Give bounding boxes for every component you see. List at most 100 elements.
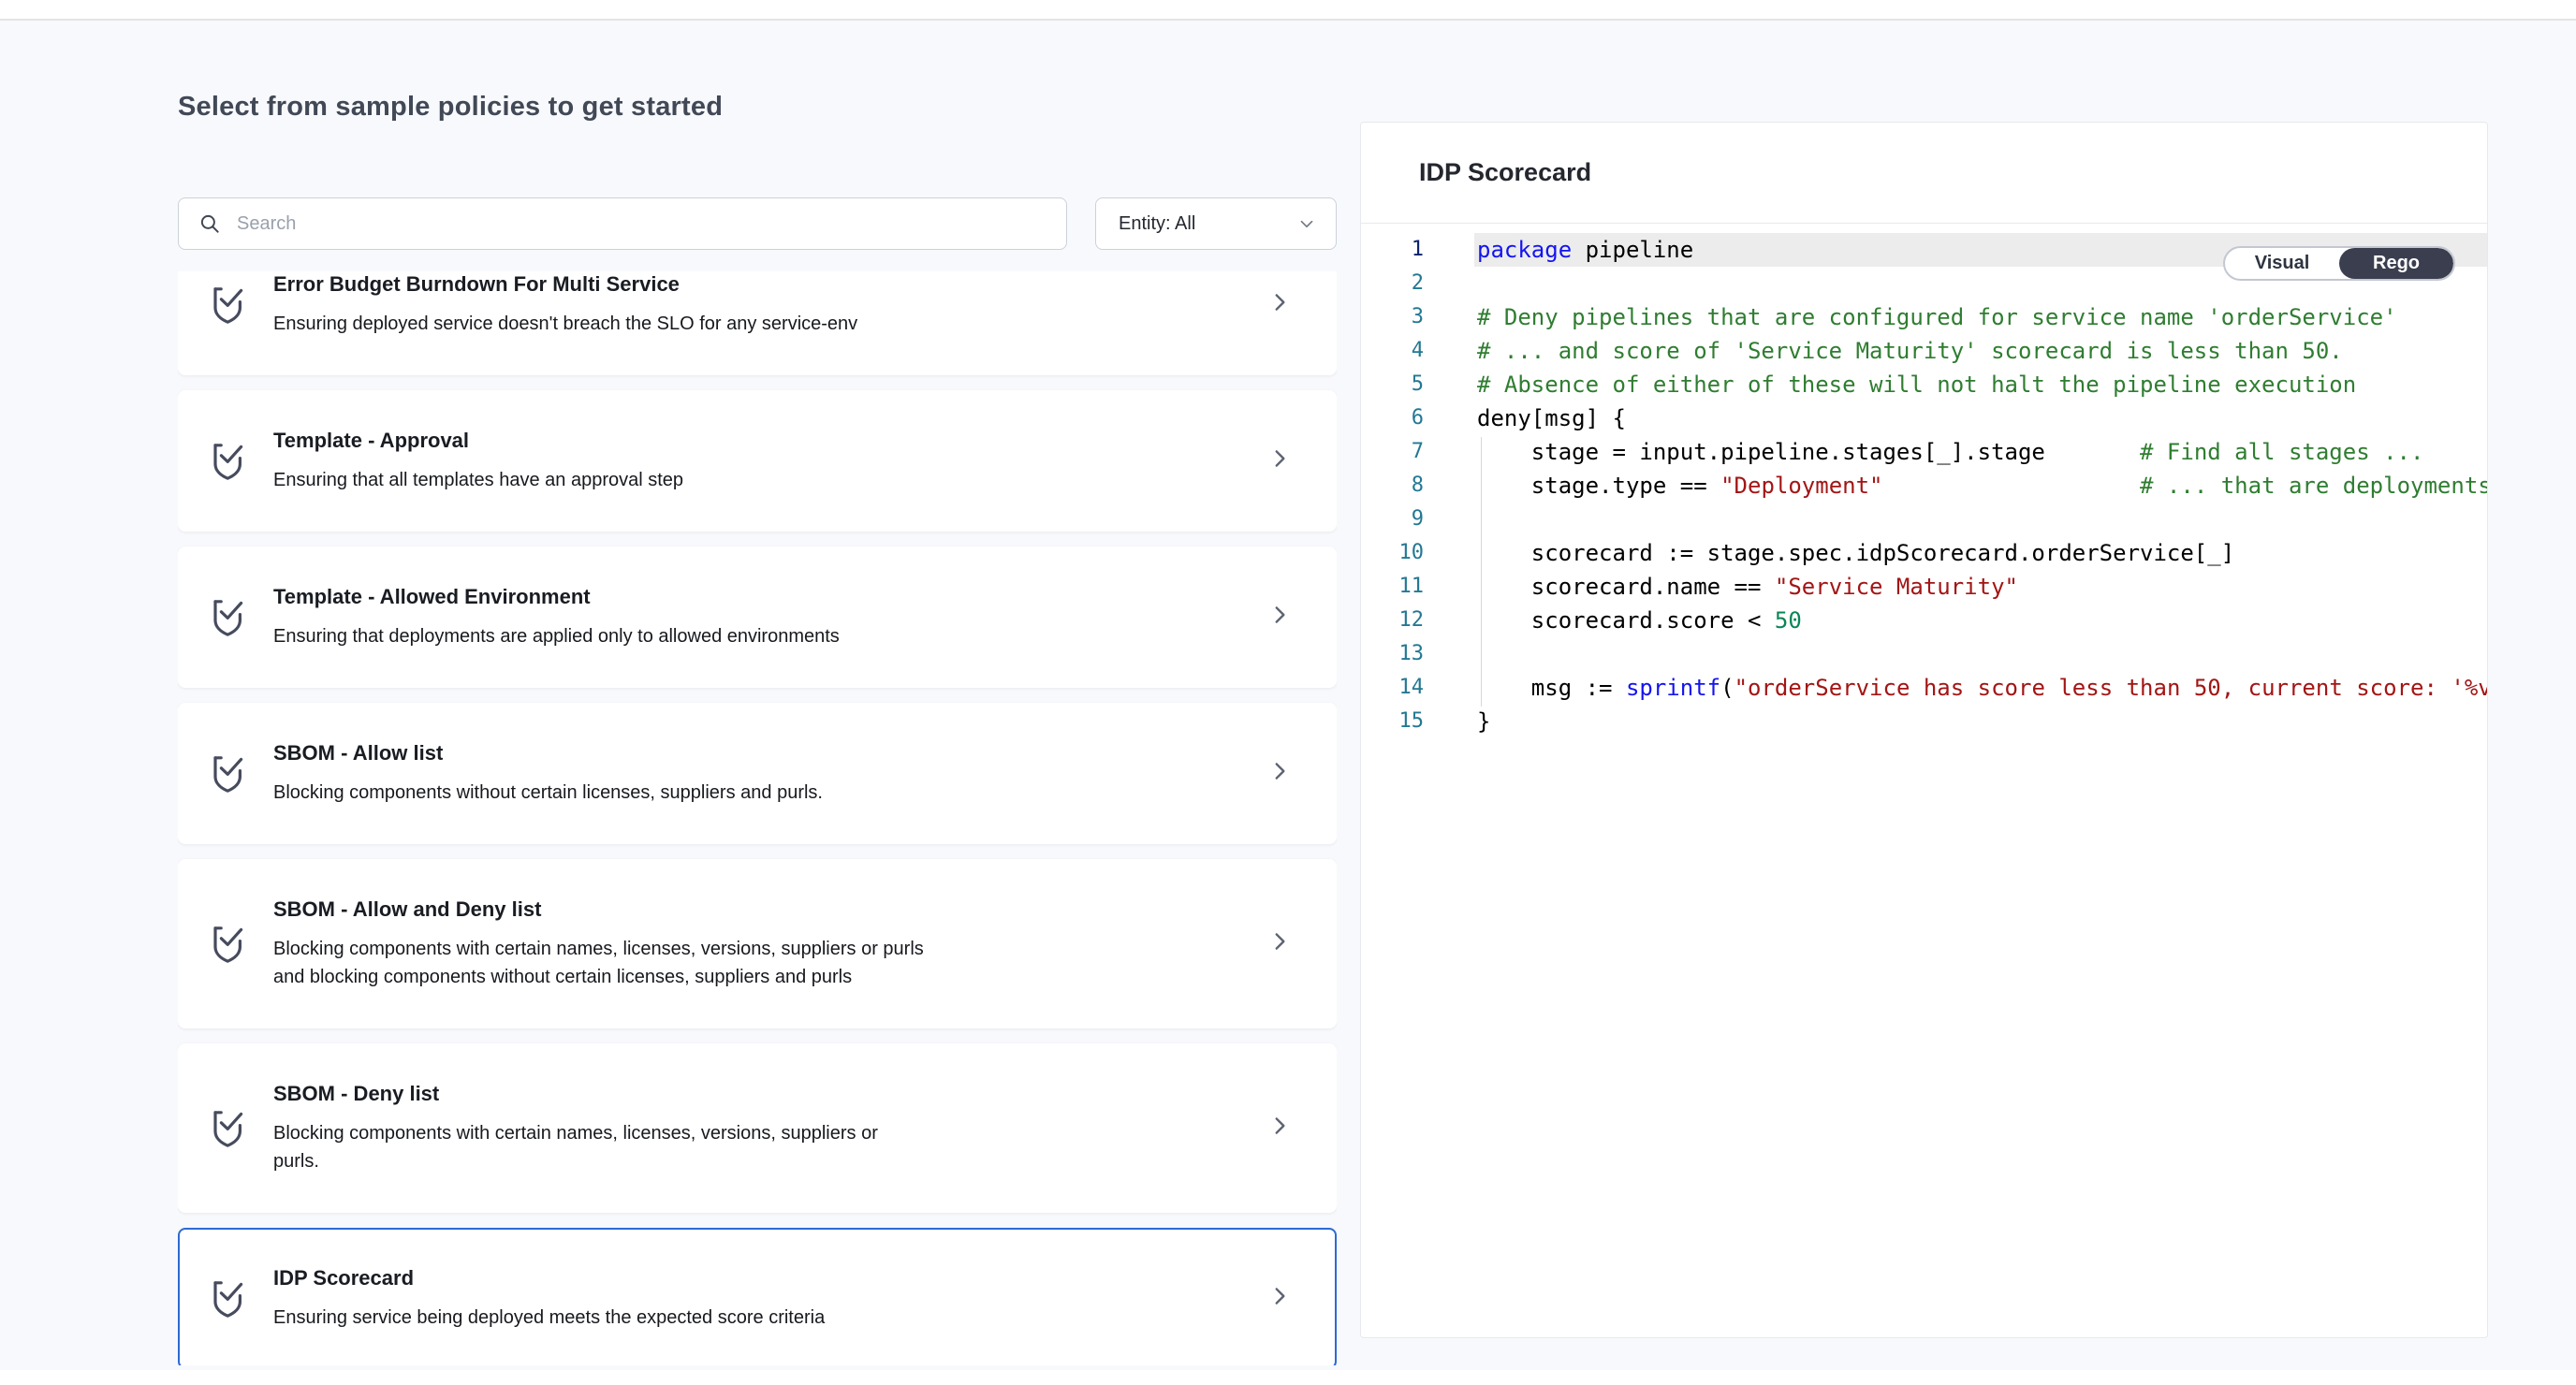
toggle-visual-button[interactable]: Visual	[2225, 248, 2339, 279]
view-toggle: Visual Rego	[2223, 246, 2455, 281]
policy-description: Ensuring service being deployed meets th…	[273, 1304, 929, 1332]
line-number: 5	[1361, 368, 1424, 401]
policy-title: Template - Allowed Environment	[273, 584, 1249, 609]
code-line-content: scorecard.score < 50	[1424, 604, 1802, 637]
content: Entity: All Error Budget Burndown For Mu…	[178, 123, 2488, 1365]
policy-card[interactable]: Template - Approval Ensuring that all te…	[178, 390, 1337, 532]
code-line: 4# ... and score of 'Service Maturity' s…	[1361, 334, 2487, 368]
policy-title: SBOM - Allow and Deny list	[273, 897, 1249, 922]
line-number: 11	[1361, 570, 1424, 604]
shield-check-icon	[208, 751, 251, 796]
code-line: 13	[1361, 637, 2487, 671]
code-line-content: scorecard.name == "Service Maturity"	[1424, 570, 2018, 604]
code-lines: 1package pipeline23# Deny pipelines that…	[1361, 233, 2487, 738]
policy-preview-panel: IDP Scorecard Visual Rego 1package pipel…	[1360, 122, 2488, 1338]
shield-check-icon	[208, 1106, 251, 1151]
toggle-rego-button[interactable]: Rego	[2339, 248, 2453, 279]
policy-card[interactable]: SBOM - Allow list Blocking components wi…	[178, 703, 1337, 844]
policy-card-body: SBOM - Deny list Blocking components wit…	[273, 1081, 1249, 1175]
code-line-content	[1424, 267, 1477, 300]
code-line: 11 scorecard.name == "Service Maturity"	[1361, 570, 2487, 604]
search-icon	[198, 211, 222, 236]
list-controls: Entity: All	[178, 197, 1337, 250]
code-line: 10 scorecard := stage.spec.idpScorecard.…	[1361, 536, 2487, 570]
code-line: 8 stage.type == "Deployment" # ... that …	[1361, 469, 2487, 503]
shield-check-icon	[208, 922, 251, 967]
code-line-content: # ... and score of 'Service Maturity' sc…	[1424, 334, 2343, 368]
entity-filter-label: Entity: All	[1119, 213, 1195, 235]
entity-filter-dropdown[interactable]: Entity: All	[1095, 197, 1337, 250]
chevron-right-icon	[1267, 1282, 1292, 1315]
chevron-right-icon	[1267, 757, 1292, 790]
chevron-right-icon	[1267, 445, 1292, 477]
policy-card-body: Template - Allowed Environment Ensuring …	[273, 584, 1249, 650]
policy-description: Blocking components without certain lice…	[273, 779, 929, 807]
code-line-content: # Deny pipelines that are configured for…	[1424, 300, 2397, 334]
code-line-content	[1424, 637, 1477, 671]
code-line: 15}	[1361, 705, 2487, 738]
shield-check-icon	[208, 283, 251, 328]
code-editor[interactable]: Visual Rego 1package pipeline23# Deny pi…	[1361, 224, 2487, 738]
line-number: 4	[1361, 334, 1424, 368]
chevron-right-icon	[1267, 927, 1292, 960]
line-number: 15	[1361, 705, 1424, 738]
policy-list: Error Budget Burndown For Multi Service …	[178, 271, 1337, 1365]
line-number: 10	[1361, 536, 1424, 570]
bottom-bar	[0, 1370, 2576, 1385]
code-line-content: stage = input.pipeline.stages[_].stage #…	[1424, 435, 2423, 469]
chevron-right-icon	[1267, 1112, 1292, 1144]
code-line: 9	[1361, 503, 2487, 536]
chevron-down-icon	[1296, 213, 1317, 234]
chevron-right-icon	[1267, 288, 1292, 321]
policy-card-body: IDP Scorecard Ensuring service being dep…	[273, 1265, 1249, 1332]
line-number: 14	[1361, 671, 1424, 705]
policy-card-body: SBOM - Allow and Deny list Blocking comp…	[273, 897, 1249, 991]
line-number: 3	[1361, 300, 1424, 334]
policy-card[interactable]: Error Budget Burndown For Multi Service …	[178, 271, 1337, 375]
shield-check-icon	[208, 595, 251, 640]
policy-card[interactable]: IDP Scorecard Ensuring service being dep…	[178, 1228, 1337, 1365]
line-number: 13	[1361, 637, 1424, 671]
code-line-content	[1424, 503, 1477, 536]
policy-title: Template - Approval	[273, 428, 1249, 453]
panel-header: IDP Scorecard	[1361, 123, 2487, 224]
policy-card-body: Template - Approval Ensuring that all te…	[273, 428, 1249, 494]
panel-title: IDP Scorecard	[1419, 158, 1591, 187]
top-bar	[0, 0, 2576, 21]
policy-card[interactable]: SBOM - Allow and Deny list Blocking comp…	[178, 859, 1337, 1028]
page-background: Select from sample policies to get start…	[0, 21, 2576, 1370]
line-number: 7	[1361, 435, 1424, 469]
code-line: 6deny[msg] {	[1361, 401, 2487, 435]
line-number: 6	[1361, 401, 1424, 435]
code-line: 3# Deny pipelines that are configured fo…	[1361, 300, 2487, 334]
policy-title: SBOM - Deny list	[273, 1081, 1249, 1106]
page-title: Select from sample policies to get start…	[178, 21, 2488, 123]
line-number: 1	[1361, 233, 1424, 267]
policy-card[interactable]: SBOM - Deny list Blocking components wit…	[178, 1043, 1337, 1213]
policy-description: Blocking components with certain names, …	[273, 935, 929, 991]
search-box[interactable]	[178, 197, 1067, 250]
policy-description: Ensuring that deployments are applied on…	[273, 622, 929, 650]
policy-card-body: SBOM - Allow list Blocking components wi…	[273, 740, 1249, 807]
policy-description: Ensuring that all templates have an appr…	[273, 466, 929, 494]
code-line: 14 msg := sprintf("orderService has scor…	[1361, 671, 2487, 705]
code-line-content: # Absence of either of these will not ha…	[1424, 368, 2356, 401]
code-line-content: deny[msg] {	[1424, 401, 1626, 435]
policy-title: IDP Scorecard	[273, 1265, 1249, 1290]
code-line-content: msg := sprintf("orderService has score l…	[1424, 671, 2487, 705]
policy-card[interactable]: Template - Allowed Environment Ensuring …	[178, 547, 1337, 688]
policy-description: Ensuring deployed service doesn't breach…	[273, 310, 929, 338]
code-line: 12 scorecard.score < 50	[1361, 604, 2487, 637]
code-line: 5# Absence of either of these will not h…	[1361, 368, 2487, 401]
line-number: 12	[1361, 604, 1424, 637]
code-line-content: package pipeline	[1424, 233, 1693, 267]
chevron-right-icon	[1267, 601, 1292, 634]
code-line-content: stage.type == "Deployment" # ... that ar…	[1424, 469, 2487, 503]
policy-description: Blocking components with certain names, …	[273, 1119, 929, 1175]
shield-check-icon	[208, 1276, 251, 1321]
policy-card-body: Error Budget Burndown For Multi Service …	[273, 271, 1249, 338]
code-line: 7 stage = input.pipeline.stages[_].stage…	[1361, 435, 2487, 469]
search-input[interactable]	[237, 213, 1047, 235]
policy-title: SBOM - Allow list	[273, 740, 1249, 765]
line-number: 8	[1361, 469, 1424, 503]
